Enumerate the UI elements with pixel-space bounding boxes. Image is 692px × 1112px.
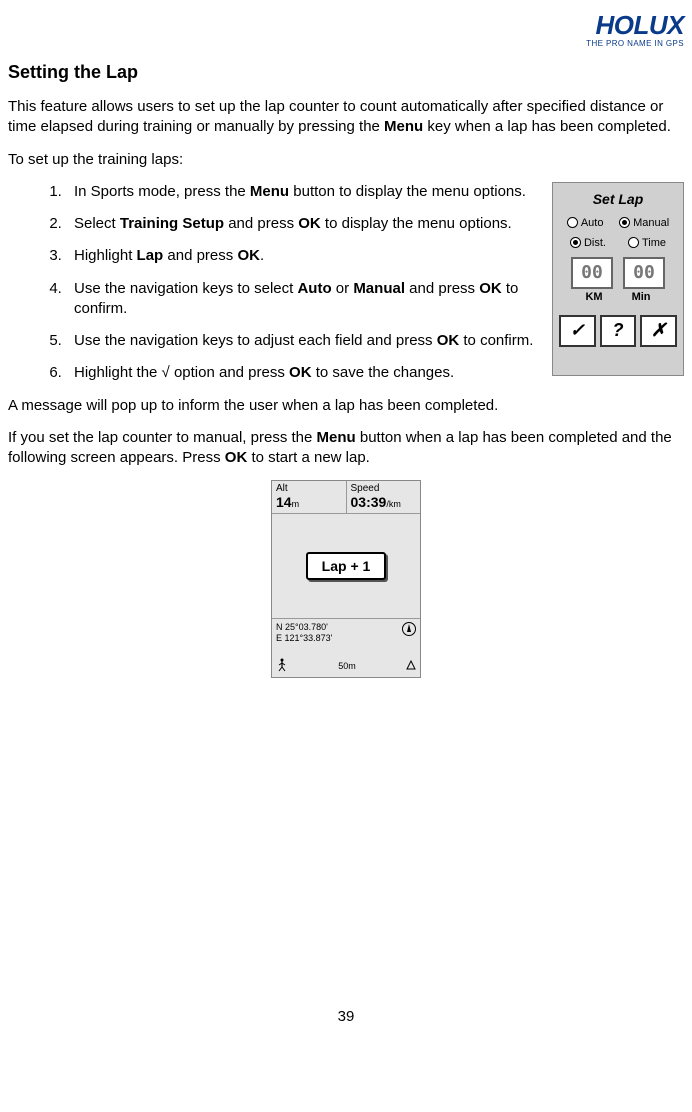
setup-lead: To set up the training laps: bbox=[8, 150, 684, 170]
walker-icon bbox=[276, 658, 288, 674]
min-label: Min bbox=[632, 291, 651, 303]
manual-radio[interactable]: Manual bbox=[619, 217, 669, 229]
help-button[interactable]: ? bbox=[600, 315, 637, 347]
page-number: 39 bbox=[8, 1008, 684, 1025]
coordinates: N 25°03.780' E 121°33.873' bbox=[276, 622, 332, 644]
compass-icon bbox=[402, 622, 416, 636]
logo-text: HOLUX bbox=[8, 10, 684, 41]
radio-icon bbox=[619, 217, 630, 228]
setlap-title: Set Lap bbox=[559, 191, 677, 207]
radio-icon bbox=[628, 237, 639, 248]
min-value[interactable]: 00 bbox=[623, 257, 665, 289]
lap-plus-one-button[interactable]: Lap + 1 bbox=[306, 552, 387, 580]
logo-tagline: THE PRO NAME IN GPS bbox=[8, 39, 684, 48]
intro-paragraph: This feature allows users to set up the … bbox=[8, 97, 684, 138]
radio-icon bbox=[570, 237, 581, 248]
km-value[interactable]: 00 bbox=[571, 257, 613, 289]
time-radio[interactable]: Time bbox=[628, 237, 666, 249]
auto-radio[interactable]: Auto bbox=[567, 217, 604, 229]
scale-label: 50m bbox=[338, 661, 356, 671]
ok-button[interactable]: ✓ bbox=[559, 315, 596, 347]
alt-cell: Alt 14m bbox=[272, 481, 347, 513]
page-title: Setting the Lap bbox=[8, 62, 684, 83]
radio-icon bbox=[567, 217, 578, 228]
lap-screenshot: Alt 14m Speed 03:39/km Lap + 1 N 25°03.7… bbox=[8, 480, 684, 678]
dist-radio[interactable]: Dist. bbox=[570, 237, 606, 249]
speed-cell: Speed 03:39/km bbox=[347, 481, 421, 513]
cancel-button[interactable]: ✗ bbox=[640, 315, 677, 347]
setlap-screenshot: Set Lap Auto Manual Dist. Time 00 00 bbox=[552, 182, 684, 376]
km-label: KM bbox=[585, 291, 602, 303]
brand-logo: HOLUX THE PRO NAME IN GPS bbox=[8, 10, 684, 48]
after-paragraph-2: If you set the lap counter to manual, pr… bbox=[8, 428, 684, 469]
triangle-icon bbox=[406, 660, 416, 672]
after-paragraph-1: A message will pop up to inform the user… bbox=[8, 396, 684, 416]
